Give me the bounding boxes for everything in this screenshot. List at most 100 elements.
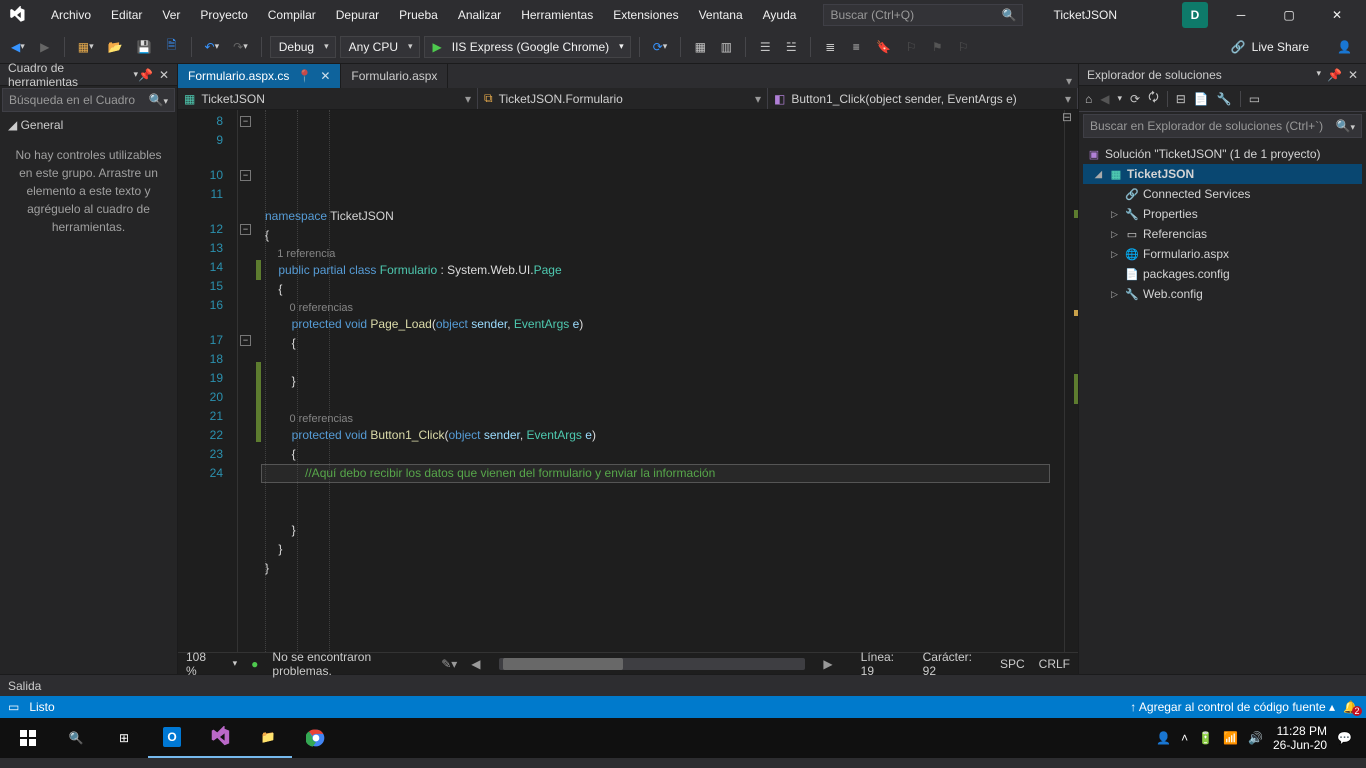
nav-member[interactable]: ◧ Button1_Click(object sender, EventArgs…: [768, 88, 1078, 109]
nav-project[interactable]: ▦ TicketJSON▾: [178, 88, 478, 109]
close-icon[interactable]: ✕: [320, 69, 330, 83]
home-icon[interactable]: ⌂: [1085, 92, 1092, 106]
menu-editar[interactable]: Editar: [102, 4, 151, 26]
menu-archivo[interactable]: Archivo: [42, 4, 100, 26]
explorer-icon[interactable]: 📁: [244, 718, 292, 758]
browser-link-button[interactable]: ⟳▾: [648, 36, 673, 58]
solution-search[interactable]: Buscar en Explorador de soluciones (Ctrl…: [1083, 114, 1362, 138]
tree-node[interactable]: 🔗Connected Services: [1083, 184, 1362, 204]
menu-extensiones[interactable]: Extensiones: [604, 4, 687, 26]
zoom-level[interactable]: 108 %: [186, 650, 219, 678]
issues-label[interactable]: No se encontraron problemas.: [272, 650, 427, 678]
tray-chevron-icon[interactable]: ˄: [1181, 731, 1188, 745]
user-avatar[interactable]: D: [1182, 2, 1208, 28]
maximize-button[interactable]: ▢: [1266, 0, 1312, 30]
pin-icon[interactable]: 📌: [138, 68, 153, 82]
tree-node[interactable]: ▷▭Referencias: [1083, 224, 1362, 244]
save-button[interactable]: 💾: [132, 36, 157, 58]
spc-indicator[interactable]: SPC: [1000, 657, 1025, 671]
chrome-icon[interactable]: [292, 718, 340, 758]
task-view-button[interactable]: ⊞: [100, 718, 148, 758]
tool-icon[interactable]: ≣: [819, 36, 841, 58]
check-icon: ●: [251, 657, 258, 671]
pin-icon[interactable]: 📌: [1327, 68, 1342, 82]
tab-formulario-aspx[interactable]: Formulario.aspx: [341, 64, 448, 88]
crlf-indicator[interactable]: CRLF: [1039, 657, 1070, 671]
toolbox-search[interactable]: Búsqueda en el Cuadro 🔍▾: [2, 88, 175, 112]
wifi-icon[interactable]: 📶: [1223, 731, 1238, 745]
refresh-icon[interactable]: 🗘: [1148, 88, 1159, 109]
visualstudio-icon[interactable]: [196, 718, 244, 758]
project-node[interactable]: ◢ ▦ TicketJSON: [1083, 164, 1362, 184]
tab-overflow[interactable]: ▾: [1060, 74, 1078, 88]
document-tabs: Formulario.aspx.cs 📍 ✕ Formulario.aspx ▾: [178, 64, 1078, 88]
close-icon[interactable]: ✕: [159, 68, 169, 82]
undo-button[interactable]: ↶▾: [200, 36, 225, 58]
menu-ventana[interactable]: Ventana: [690, 4, 752, 26]
minimize-button[interactable]: ─: [1218, 0, 1264, 30]
tool-icon[interactable]: ⚐: [952, 36, 974, 58]
back-icon[interactable]: ◀: [1100, 92, 1109, 106]
feedback-icon[interactable]: 👤: [1337, 40, 1352, 54]
tree-node[interactable]: ▷🌐Formulario.aspx: [1083, 244, 1362, 264]
save-all-button[interactable]: 🗎: [161, 36, 183, 58]
tree-node[interactable]: 📄packages.config: [1083, 264, 1362, 284]
menu-depurar[interactable]: Depurar: [327, 4, 388, 26]
battery-icon[interactable]: 🔋: [1198, 731, 1213, 745]
split-icon[interactable]: ⊟: [1062, 110, 1078, 126]
close-icon[interactable]: ✕: [1348, 68, 1358, 82]
new-project-button[interactable]: ▦▾: [73, 36, 99, 58]
menu-prueba[interactable]: Prueba: [390, 4, 447, 26]
search-button[interactable]: 🔍: [52, 718, 100, 758]
tab-formulario-cs[interactable]: Formulario.aspx.cs 📍 ✕: [178, 64, 341, 88]
sync-icon[interactable]: ⟳: [1130, 92, 1140, 106]
pin-icon[interactable]: 📍: [297, 69, 312, 83]
tool-icon[interactable]: ⚑: [926, 36, 948, 58]
tool-icon[interactable]: ⚐: [900, 36, 922, 58]
nav-back-button[interactable]: ◀▾: [6, 36, 30, 58]
open-file-button[interactable]: 📂: [103, 36, 128, 58]
close-button[interactable]: ✕: [1314, 0, 1360, 30]
solution-node[interactable]: ▣ Solución "TicketJSON" (1 de 1 proyecto…: [1083, 144, 1362, 164]
redo-button[interactable]: ↷▾: [228, 36, 253, 58]
code-editor[interactable]: 89101112131415161718192021222324 −−−− na…: [178, 110, 1078, 652]
properties-icon[interactable]: 🔧: [1217, 92, 1232, 106]
menu-analizar[interactable]: Analizar: [449, 4, 510, 26]
solution-tree[interactable]: ▣ Solución "TicketJSON" (1 de 1 proyecto…: [1079, 140, 1366, 308]
config-combo[interactable]: Debug▾: [270, 36, 336, 58]
menu-ver[interactable]: Ver: [153, 4, 189, 26]
menu-compilar[interactable]: Compilar: [259, 4, 325, 26]
brush-icon[interactable]: ✎▾: [441, 657, 457, 671]
tool-icon[interactable]: ▥: [715, 36, 737, 58]
outlook-icon[interactable]: O: [148, 718, 196, 758]
clock[interactable]: 11:28 PM 26-Jun-20: [1273, 724, 1327, 753]
tool-icon[interactable]: ☰: [754, 36, 776, 58]
menu-proyecto[interactable]: Proyecto: [191, 4, 256, 26]
notifications-icon[interactable]: 🔔: [1343, 700, 1358, 714]
tool-icon[interactable]: ☱: [780, 36, 802, 58]
show-all-icon[interactable]: 📄: [1194, 92, 1209, 106]
search-box[interactable]: Buscar (Ctrl+Q) 🔍: [823, 4, 1023, 26]
preview-icon[interactable]: ▭: [1249, 92, 1260, 106]
menu-herramientas[interactable]: Herramientas: [512, 4, 602, 26]
volume-icon[interactable]: 🔊: [1248, 731, 1263, 745]
tree-node[interactable]: ▷🔧Properties: [1083, 204, 1362, 224]
nav-class[interactable]: ⧉ TicketJSON.Formulario▾: [478, 88, 768, 109]
tool-icon[interactable]: ▦: [689, 36, 711, 58]
live-share-label[interactable]: Live Share: [1252, 40, 1309, 54]
platform-combo[interactable]: Any CPU▾: [340, 36, 420, 58]
collapse-icon[interactable]: ⊟: [1176, 92, 1186, 106]
tool-icon[interactable]: ≡: [845, 36, 867, 58]
run-button[interactable]: ▶ IIS Express (Google Chrome) ▾: [424, 36, 631, 58]
start-button[interactable]: [4, 718, 52, 758]
tree-node[interactable]: ▷🔧Web.config: [1083, 284, 1362, 304]
hscrollbar[interactable]: [499, 658, 806, 670]
toolbox-group[interactable]: ◢ General: [0, 114, 177, 136]
bookmark-icon[interactable]: 🔖: [871, 36, 896, 58]
nav-fwd-button[interactable]: ▶: [34, 36, 56, 58]
menu-ayuda[interactable]: Ayuda: [754, 4, 806, 26]
source-control-button[interactable]: ↑ Agregar al control de código fuente ▴: [1130, 700, 1335, 714]
people-icon[interactable]: 👤: [1156, 731, 1171, 745]
minimap[interactable]: ⊟: [1064, 110, 1078, 652]
action-center-icon[interactable]: 💬: [1337, 731, 1352, 745]
